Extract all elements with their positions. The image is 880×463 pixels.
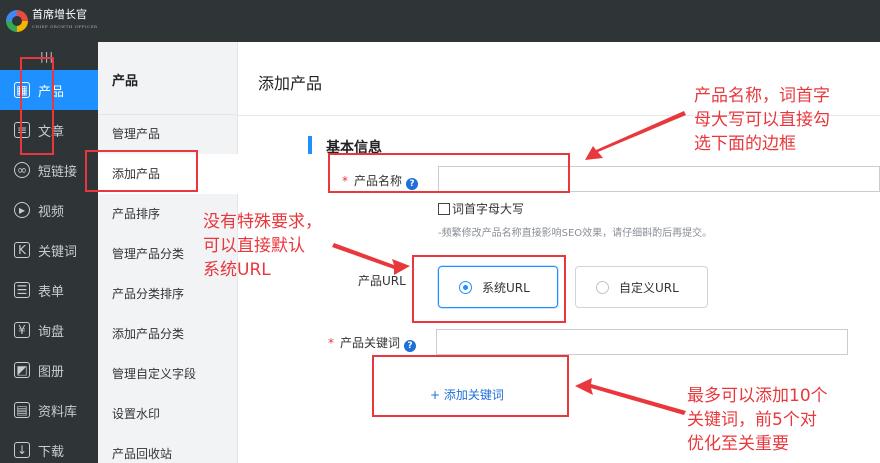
nav-item-inquiry[interactable]: ¥ 询盘	[0, 310, 98, 350]
nav-item-label: 关键词	[38, 244, 78, 260]
subnav-item-recycle-bin[interactable]: 产品回收站	[98, 434, 238, 463]
nav-item-label: 询盘	[38, 324, 65, 340]
subnav-item-manage-products[interactable]: 管理产品	[98, 114, 238, 154]
subnav-item-add-category[interactable]: 添加产品分类	[98, 314, 238, 354]
logo-title: 首席增长官	[32, 8, 87, 21]
inquiry-icon: ¥	[14, 322, 30, 338]
nav-item-form[interactable]: ☰ 表单	[0, 270, 98, 310]
nav-item-label: 视频	[38, 204, 65, 220]
product-url-label: 产品URL	[358, 274, 406, 288]
subnav-title: 产品	[112, 74, 139, 89]
annotation-note-product-name: 产品名称，词首字 母大写可以直接勾 选下面的边框	[694, 86, 830, 154]
product-name-hint: -频繁修改产品名称直接影响SEO效果，请仔细斟酌后再提交。	[438, 228, 713, 239]
nav-item-keyword[interactable]: K 关键词	[0, 230, 98, 270]
custom-url-option[interactable]: 自定义URL	[575, 266, 708, 308]
play-icon: ▸	[14, 202, 30, 218]
capitalize-checkbox-label: 词首字母大写	[452, 202, 525, 216]
nav-item-label: 表单	[38, 284, 65, 300]
annotation-note-system-url: 没有特殊要求， 可以直接默认 系统URL	[203, 212, 322, 280]
logo-mark-icon	[6, 10, 28, 32]
library-icon: ▤	[14, 402, 30, 418]
annotation-note-keywords: 最多可以添加10个 关键词，前5个对 优化至关重要	[687, 386, 828, 454]
download-icon: ↓	[14, 442, 30, 458]
required-mark: *	[328, 336, 334, 350]
nav-item-label: 图册	[38, 364, 65, 380]
product-keywords-input[interactable]	[436, 329, 848, 355]
annotation-box-add-keyword	[372, 355, 569, 417]
annotation-box-add-product	[85, 150, 198, 192]
nav-item-video[interactable]: ▸ 视频	[0, 190, 98, 230]
section-marker	[308, 136, 312, 154]
nav-item-download[interactable]: ↓ 下载	[0, 430, 98, 463]
custom-url-label: 自定义URL	[619, 280, 679, 295]
nav-item-short-link[interactable]: ∞ 短链接	[0, 150, 98, 190]
nav-item-library[interactable]: ▤ 资料库	[0, 390, 98, 430]
top-bar: 首席增长官 CHIEF GROWTH OFFICER	[0, 0, 880, 42]
nav-item-label: 资料库	[38, 404, 78, 420]
help-icon[interactable]: ?	[404, 340, 417, 352]
k-icon: K	[14, 242, 30, 258]
logo[interactable]: 首席增长官 CHIEF GROWTH OFFICER	[6, 6, 98, 36]
nav-item-label: 下载	[38, 444, 65, 460]
radio-unselected-icon	[596, 280, 609, 294]
annotation-box-system-url	[412, 255, 566, 323]
product-keywords-label: * 产品关键词?	[328, 334, 417, 352]
annotation-box-product-name	[328, 153, 570, 193]
capitalize-checkbox[interactable]	[438, 202, 450, 215]
album-icon: ◩	[14, 362, 30, 378]
link-icon: ∞	[14, 162, 30, 178]
nav-item-label: 短链接	[38, 164, 78, 180]
subnav-item-custom-fields[interactable]: 管理自定义字段	[98, 354, 238, 394]
page-title: 添加产品	[258, 74, 323, 93]
logo-subtitle: CHIEF GROWTH OFFICER	[32, 24, 98, 29]
capitalize-option[interactable]: 词首字母大写	[438, 200, 524, 217]
annotation-box-nav-product	[20, 57, 54, 155]
nav-item-album[interactable]: ◩ 图册	[0, 350, 98, 390]
subnav-item-watermark[interactable]: 设置水印	[98, 394, 238, 434]
clipboard-icon: ☰	[14, 282, 30, 298]
